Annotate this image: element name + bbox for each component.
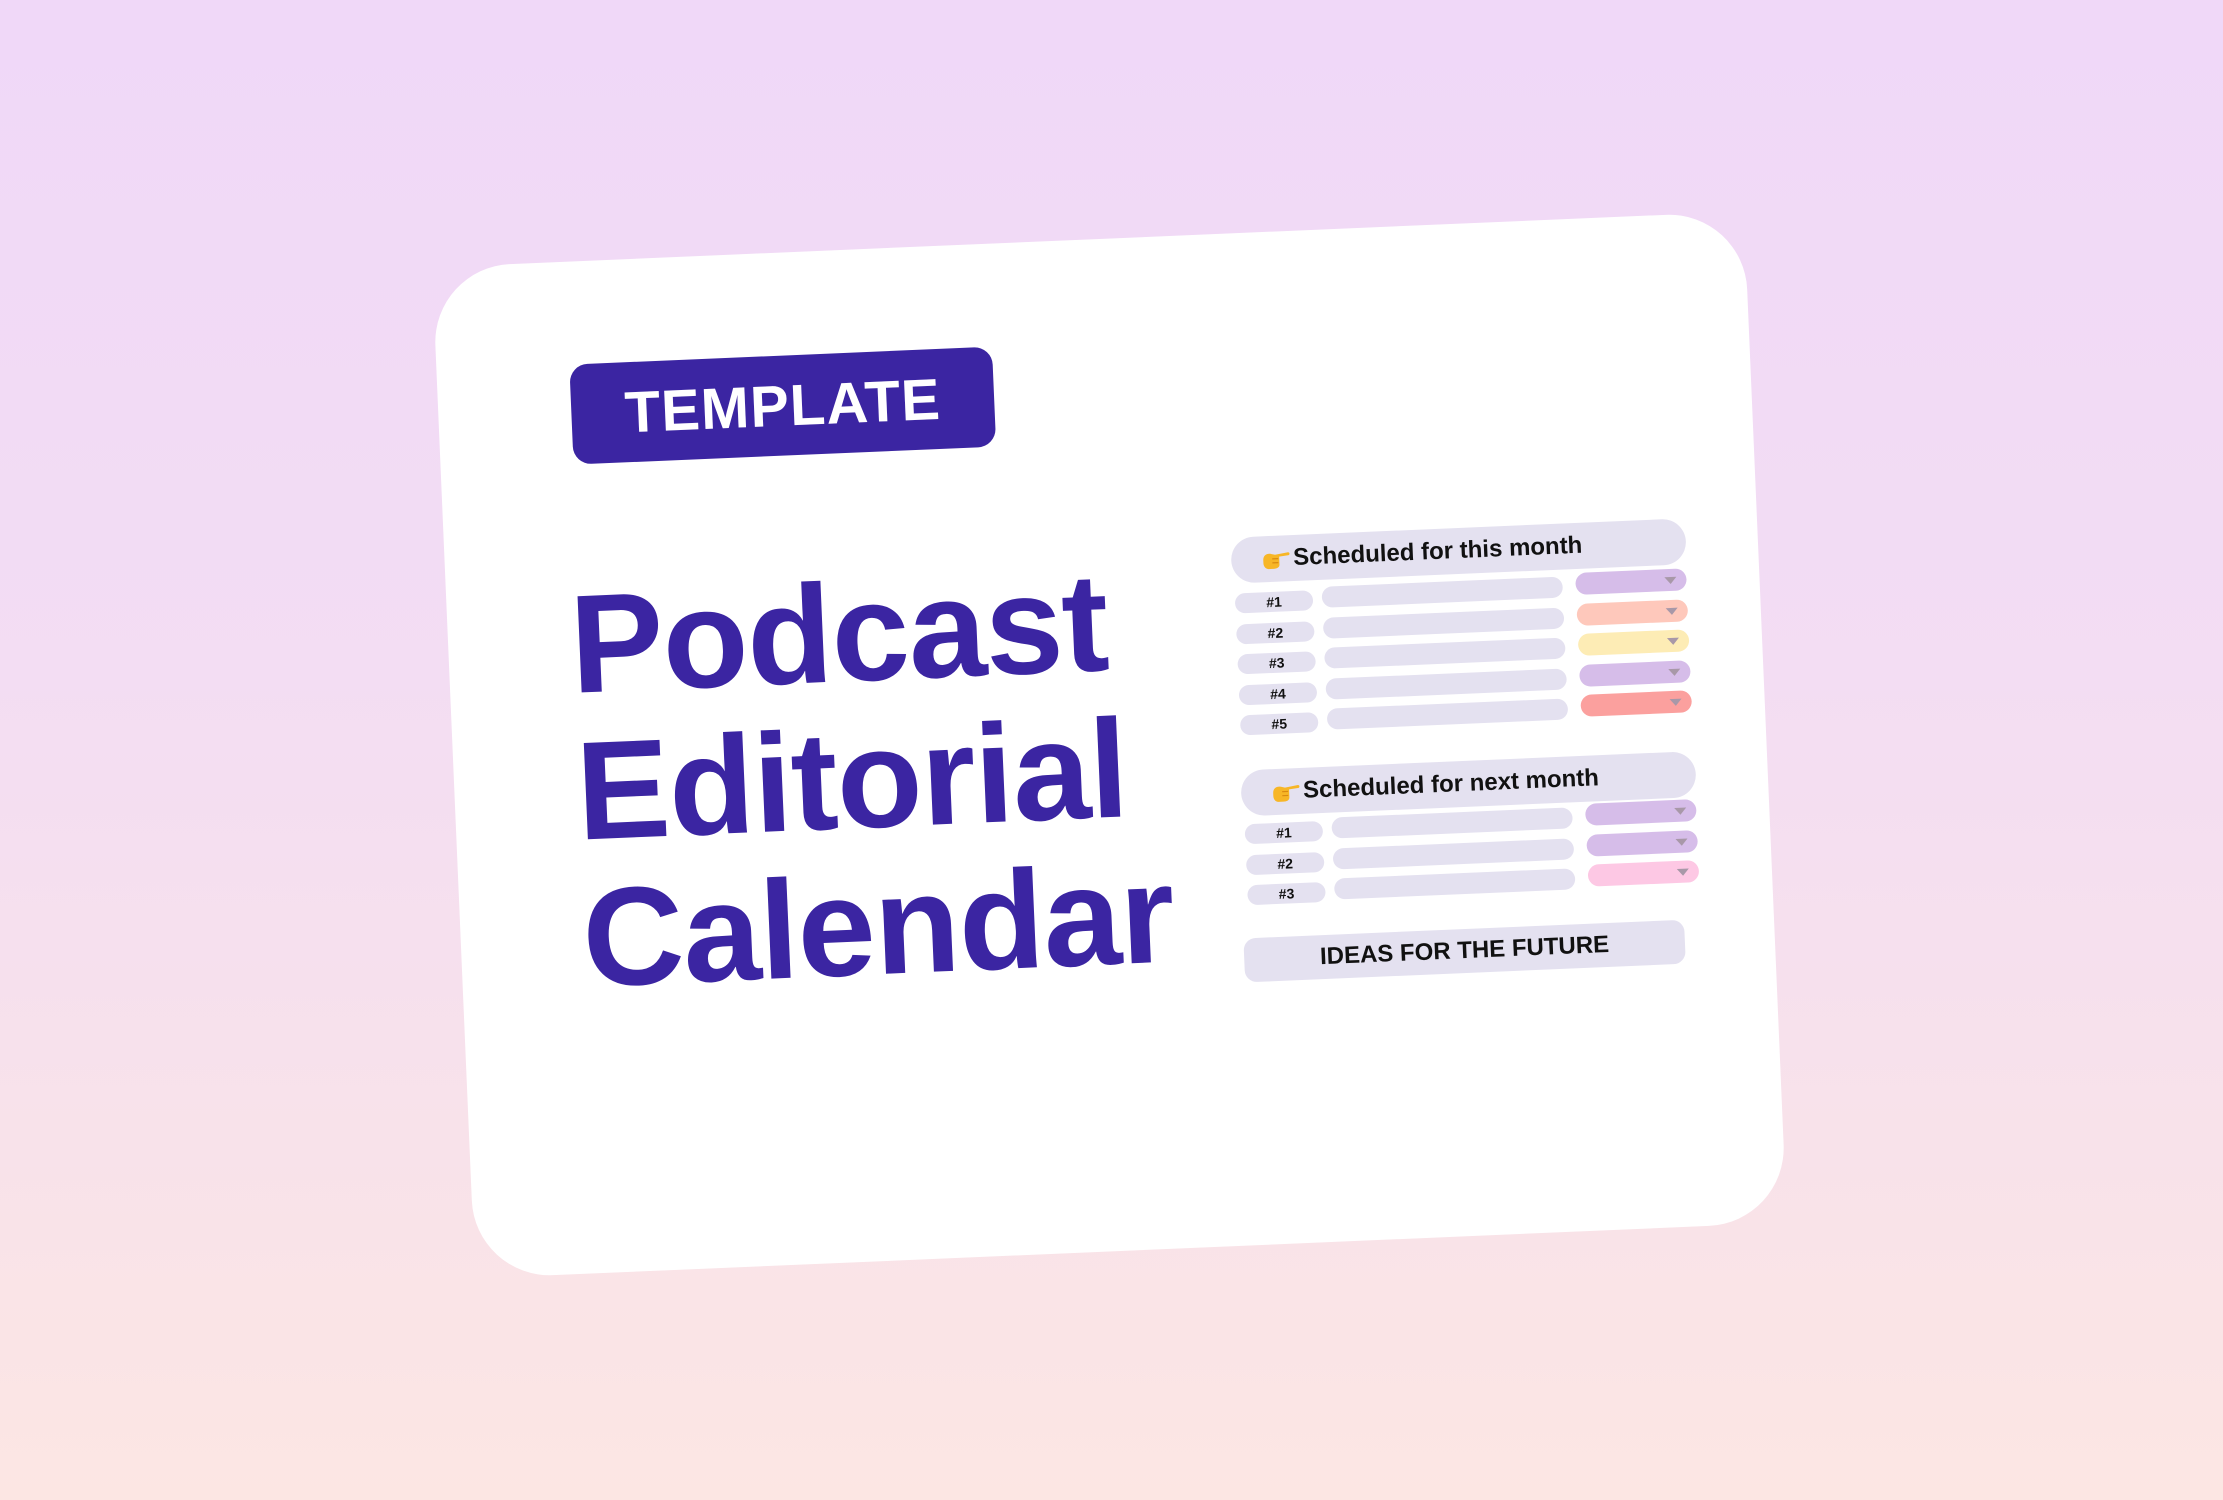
status-dropdown[interactable] <box>1577 629 1690 656</box>
episode-number-pill: #3 <box>1237 651 1317 675</box>
status-dropdown[interactable] <box>1575 568 1687 596</box>
episode-number-pill: #4 <box>1238 681 1318 705</box>
episode-number-pill: #2 <box>1245 851 1325 875</box>
next-month-header-label: Scheduled for next month <box>1302 764 1600 804</box>
template-card: TEMPLATE Podcast Editorial Calendar Sche… <box>432 211 1787 1279</box>
this-month-header-label: Scheduled for this month <box>1292 531 1583 571</box>
episode-number-pill: #5 <box>1239 712 1319 736</box>
status-dropdown[interactable] <box>1580 690 1693 717</box>
dropdown-arrow-icon <box>1664 576 1677 585</box>
status-dropdown[interactable] <box>1587 860 1700 887</box>
dropdown-arrow-icon <box>1669 698 1682 707</box>
episode-number-pill: #2 <box>1235 620 1315 644</box>
ideas-for-future-section[interactable]: IDEAS FOR THE FUTURE <box>1243 919 1686 983</box>
dropdown-arrow-icon <box>1668 668 1681 676</box>
dropdown-arrow-icon <box>1675 837 1688 846</box>
dropdown-arrow-icon <box>1666 637 1680 646</box>
status-dropdown[interactable] <box>1578 659 1691 687</box>
episode-number-pill: #1 <box>1244 821 1324 845</box>
episode-number-pill: #1 <box>1234 590 1314 614</box>
next-month-rows: #1 #2 #3 <box>432 212 1744 906</box>
status-dropdown[interactable] <box>1576 598 1689 626</box>
dropdown-arrow-icon <box>1665 607 1678 615</box>
episode-title-field[interactable] <box>1321 576 1564 608</box>
pointing-hand-icon <box>1261 547 1292 570</box>
calendar-preview: Scheduled for this month #1 #2 #3 #4 #5 Sche… <box>432 212 1787 1279</box>
dropdown-arrow-icon <box>1674 807 1687 816</box>
episode-number-pill: #3 <box>1247 881 1326 906</box>
this-month-rows: #1 #2 #3 #4 #5 <box>432 212 1744 736</box>
status-dropdown[interactable] <box>1584 799 1697 826</box>
ideas-label: IDEAS FOR THE FUTURE <box>1319 930 1610 971</box>
pointing-hand-icon <box>1271 780 1302 803</box>
status-dropdown[interactable] <box>1586 829 1699 857</box>
dropdown-arrow-icon <box>1676 868 1690 876</box>
episode-title-field[interactable] <box>1331 807 1573 839</box>
